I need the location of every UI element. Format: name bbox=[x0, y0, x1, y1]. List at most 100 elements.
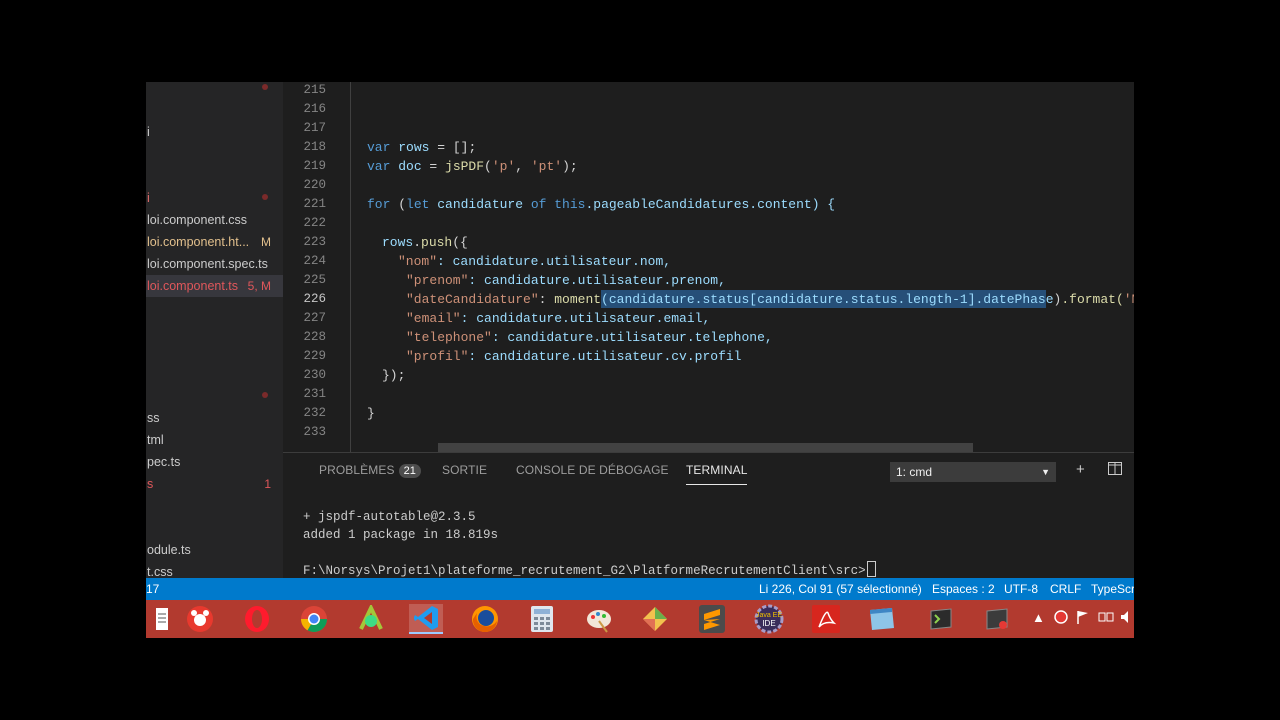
tab-label: SORTIE bbox=[442, 463, 488, 477]
tab-terminal[interactable]: TERMINAL bbox=[686, 463, 748, 485]
line-number: 217 bbox=[303, 121, 326, 135]
explorer-file[interactable]: i bbox=[146, 121, 283, 143]
file-name: tml bbox=[147, 433, 164, 447]
explorer-file[interactable]: ss bbox=[146, 407, 283, 429]
firefox-icon[interactable] bbox=[468, 604, 502, 634]
line-number: 215 bbox=[303, 83, 326, 97]
code-editor[interactable]: 215 216 217 218 219 220 221 222 223 224 225 226 227 2… bbox=[283, 82, 1134, 452]
vscode-icon[interactable] bbox=[409, 604, 443, 634]
line-number: 216 bbox=[303, 102, 326, 116]
split-panel-icon[interactable] bbox=[1108, 462, 1122, 479]
horizontal-scrollbar[interactable] bbox=[438, 443, 973, 452]
file-name: loi.component.ht... bbox=[147, 235, 250, 249]
status-cursor-position[interactable]: Li 226, Col 91 (57 sélectionné) bbox=[759, 578, 922, 600]
explorer-file[interactable]: loi.component.spec.ts bbox=[146, 253, 283, 275]
terminal-prompt[interactable]: F:\Norsys\Projet1\plateforme_recrutement… bbox=[303, 561, 876, 578]
tab-label: CONSOLE DE DÉBOGAGE bbox=[516, 463, 669, 477]
line-number: 224 bbox=[303, 254, 326, 268]
chrome-icon[interactable] bbox=[297, 604, 331, 634]
sublime-icon[interactable] bbox=[695, 604, 729, 634]
line-number: 231 bbox=[303, 387, 326, 401]
code-line-230: }); bbox=[382, 368, 406, 383]
line-number: 225 bbox=[303, 273, 326, 287]
explorer-file-selected[interactable]: loi.component.ts 5, M bbox=[146, 275, 283, 297]
calculator-icon[interactable] bbox=[525, 604, 559, 634]
line-number: 233 bbox=[303, 425, 326, 439]
svg-text:Java EE: Java EE bbox=[756, 612, 782, 619]
svg-text:IDE: IDE bbox=[762, 619, 775, 628]
tab-output[interactable]: SORTIE bbox=[442, 463, 487, 477]
photos-icon[interactable] bbox=[638, 604, 672, 634]
line-number: 223 bbox=[303, 235, 326, 249]
notepad-icon[interactable] bbox=[864, 604, 898, 634]
windows-taskbar: Java EE IDE ▲ bbox=[146, 600, 1134, 638]
java-ee-ide-icon[interactable]: Java EE IDE bbox=[752, 604, 786, 634]
line-number: 219 bbox=[303, 159, 326, 173]
modified-dot bbox=[262, 392, 268, 398]
tab-problems[interactable]: PROBLÈMES 21 bbox=[319, 463, 422, 478]
status-eol[interactable]: CRLF bbox=[1050, 578, 1081, 600]
chevron-up-icon[interactable]: ▲ bbox=[1032, 610, 1045, 625]
file-name: ss bbox=[147, 411, 160, 425]
explorer-file[interactable]: s1 bbox=[146, 473, 283, 495]
line-number: 232 bbox=[303, 406, 326, 420]
vpn-icon[interactable] bbox=[980, 604, 1014, 634]
line-number: 221 bbox=[303, 197, 326, 211]
record-icon[interactable] bbox=[1054, 610, 1068, 627]
modified-dot bbox=[262, 194, 268, 200]
file-name: i bbox=[147, 125, 150, 139]
line-number: 226 bbox=[303, 292, 326, 306]
chevron-down-icon: ▼ bbox=[1041, 467, 1050, 477]
tab-label: PROBLÈMES bbox=[319, 463, 395, 477]
acrobat-icon[interactable] bbox=[809, 604, 843, 634]
network-icon[interactable] bbox=[1098, 610, 1114, 627]
line-number: 227 bbox=[303, 311, 326, 325]
code-line-228: "telephone": candidature.utilisateur.tel… bbox=[406, 330, 773, 345]
status-indentation[interactable]: Espaces : 2 bbox=[932, 578, 995, 600]
explorer-file[interactable]: pec.ts bbox=[146, 451, 283, 473]
terminal-select[interactable]: 1: cmd ▼ bbox=[890, 462, 1056, 482]
terminal-line: added 1 package in 18.819s bbox=[303, 528, 499, 542]
code-line-218: var rows = []; bbox=[367, 140, 477, 155]
modified-dot bbox=[262, 84, 268, 90]
file-name: t.css bbox=[147, 565, 173, 578]
line-number: 229 bbox=[303, 349, 326, 363]
code-line-221: for (let candidature of this.pageableCan… bbox=[367, 197, 836, 212]
explorer-file[interactable]: t.css bbox=[146, 561, 283, 578]
file-icon[interactable] bbox=[146, 604, 180, 634]
snagit-icon[interactable] bbox=[183, 604, 217, 634]
status-bar: 17 Li 226, Col 91 (57 sélectionné) Espac… bbox=[146, 578, 1134, 600]
code-line-223: rows.push({ bbox=[382, 235, 468, 250]
plus-icon[interactable]: + bbox=[1076, 461, 1085, 478]
paint-icon[interactable] bbox=[582, 604, 616, 634]
problems-count-badge: 21 bbox=[398, 464, 422, 478]
git-badge: 5, M bbox=[247, 279, 271, 293]
terminal-select-value: 1: cmd bbox=[896, 465, 933, 479]
explorer-file[interactable]: odule.ts bbox=[146, 539, 283, 561]
flag-icon[interactable] bbox=[1076, 610, 1090, 627]
explorer-file[interactable]: loi.component.ht... M bbox=[146, 231, 283, 253]
git-badge: M bbox=[261, 235, 271, 249]
line-number: 220 bbox=[303, 178, 326, 192]
status-encoding[interactable]: UTF-8 bbox=[1004, 578, 1038, 600]
android-studio-icon[interactable] bbox=[354, 604, 388, 634]
code-line-225: "prenom": candidature.utilisateur.prenom… bbox=[406, 273, 726, 288]
tab-debug-console[interactable]: CONSOLE DE DÉBOGAGE bbox=[516, 463, 669, 477]
terminal-icon[interactable] bbox=[924, 604, 958, 634]
code-line-229: "profil": candidature.utilisateur.cv.pro… bbox=[406, 349, 742, 364]
code-line-226: "dateCandidature": moment(candidature.st… bbox=[406, 292, 1134, 307]
explorer-file[interactable]: tml bbox=[146, 429, 283, 451]
tab-label: TERMINAL bbox=[686, 463, 748, 477]
status-language[interactable]: TypeScr bbox=[1091, 578, 1134, 600]
file-name: pec.ts bbox=[147, 455, 181, 469]
explorer-file[interactable]: loi.component.css bbox=[146, 209, 283, 231]
file-name: loi.component.css bbox=[147, 213, 248, 227]
file-name: odule.ts bbox=[147, 543, 191, 557]
file-name: loi.component.spec.ts bbox=[147, 257, 268, 271]
code-line-219: var doc = jsPDF('p', 'pt'); bbox=[367, 159, 578, 174]
speaker-icon[interactable] bbox=[1120, 610, 1132, 627]
file-name: loi.component.ts bbox=[147, 279, 239, 293]
opera-icon[interactable] bbox=[240, 604, 274, 634]
terminal-cursor bbox=[866, 561, 876, 577]
line-number: 222 bbox=[303, 216, 326, 230]
